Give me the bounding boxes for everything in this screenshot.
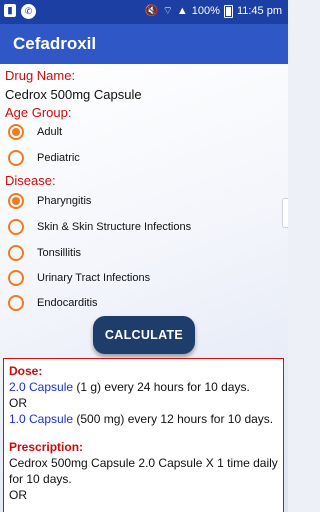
radio-label-adult: Adult bbox=[37, 126, 63, 138]
radio-button-icon[interactable] bbox=[8, 193, 24, 209]
dose-2-detail: (500 mg) every 12 hours for 10 days. bbox=[73, 412, 274, 426]
radio-label-pediatric: Pediatric bbox=[37, 152, 80, 164]
radio-endocarditis[interactable]: Endocarditis bbox=[8, 292, 98, 314]
radio-button-icon[interactable] bbox=[8, 245, 24, 261]
mute-icon: 🔇 bbox=[144, 5, 159, 17]
radio-urinary-tract[interactable]: Urinary Tract Infections bbox=[8, 267, 150, 289]
radio-pediatric[interactable]: Pediatric bbox=[8, 147, 80, 169]
scroll-edge-handle[interactable] bbox=[282, 198, 288, 228]
dose-heading: Dose: bbox=[9, 364, 43, 378]
dose-1-quantity: 2.0 Capsule bbox=[9, 380, 74, 394]
radio-label-pharyngitis: Pharyngitis bbox=[37, 195, 92, 207]
radio-label-urinary-tract: Urinary Tract Infections bbox=[37, 272, 151, 284]
dose-line-2: 1.0 Capsule (500 mg) every 12 hours for … bbox=[9, 411, 278, 427]
dose-1-detail: (1 g) every 24 hours for 10 days. bbox=[73, 380, 250, 394]
or-separator-2: OR bbox=[9, 488, 27, 502]
radio-pharyngitis[interactable]: Pharyngitis bbox=[8, 190, 91, 212]
app-bar: Cefadroxil bbox=[0, 24, 288, 64]
age-group-label: Age Group: bbox=[5, 105, 72, 120]
status-time: 11:45 pm bbox=[236, 5, 282, 17]
radio-button-icon[interactable] bbox=[8, 219, 24, 235]
radio-button-icon[interactable] bbox=[8, 295, 24, 311]
radio-button-icon[interactable] bbox=[8, 124, 24, 140]
disease-label: Disease: bbox=[5, 173, 56, 188]
dose-line-1: 2.0 Capsule (1 g) every 24 hours for 10 … bbox=[9, 379, 278, 395]
app-title: Cefadroxil bbox=[13, 34, 97, 53]
calculate-button[interactable]: CALCULATE bbox=[93, 316, 195, 354]
or-separator: OR bbox=[9, 396, 27, 410]
radio-adult[interactable]: Adult bbox=[8, 121, 62, 143]
radio-tonsillitis[interactable]: Tonsillitis bbox=[8, 242, 81, 264]
battery-percent: 100% bbox=[191, 5, 220, 17]
radio-label-skin-infections: Skin & Skin Structure Infections bbox=[37, 221, 192, 233]
notification-icon: ▮ bbox=[4, 4, 16, 17]
status-left: ▮ ✆ bbox=[4, 4, 36, 19]
dose-2-quantity: 1.0 Capsule bbox=[9, 412, 74, 426]
radio-button-icon[interactable] bbox=[8, 150, 24, 166]
radio-label-tonsillitis: Tonsillitis bbox=[37, 247, 82, 259]
radio-label-endocarditis: Endocarditis bbox=[37, 297, 98, 309]
prescription-heading: Prescription: bbox=[9, 440, 84, 454]
result-panel: Dose: 2.0 Capsule (1 g) every 24 hours f… bbox=[3, 358, 284, 512]
status-bar: ▮ ✆ 🔇 ⌔ ▲ 100% 11:45 pm bbox=[0, 0, 288, 24]
wifi-icon: ⌔ bbox=[162, 5, 173, 17]
status-right: 🔇 ⌔ ▲ 100% 11:45 pm bbox=[145, 4, 282, 18]
drug-name-label: Drug Name: bbox=[5, 68, 76, 83]
signal-icon: ▲ bbox=[176, 5, 188, 17]
phone-icon: ✆ bbox=[21, 4, 36, 19]
battery-icon bbox=[223, 4, 233, 18]
radio-skin-infections[interactable]: Skin & Skin Structure Infections bbox=[8, 216, 191, 238]
drug-name-value: Cedrox 500mg Capsule bbox=[5, 87, 142, 102]
radio-button-icon[interactable] bbox=[8, 270, 24, 286]
prescription-text: Cedrox 500mg Capsule 2.0 Capsule X 1 tim… bbox=[9, 456, 278, 486]
